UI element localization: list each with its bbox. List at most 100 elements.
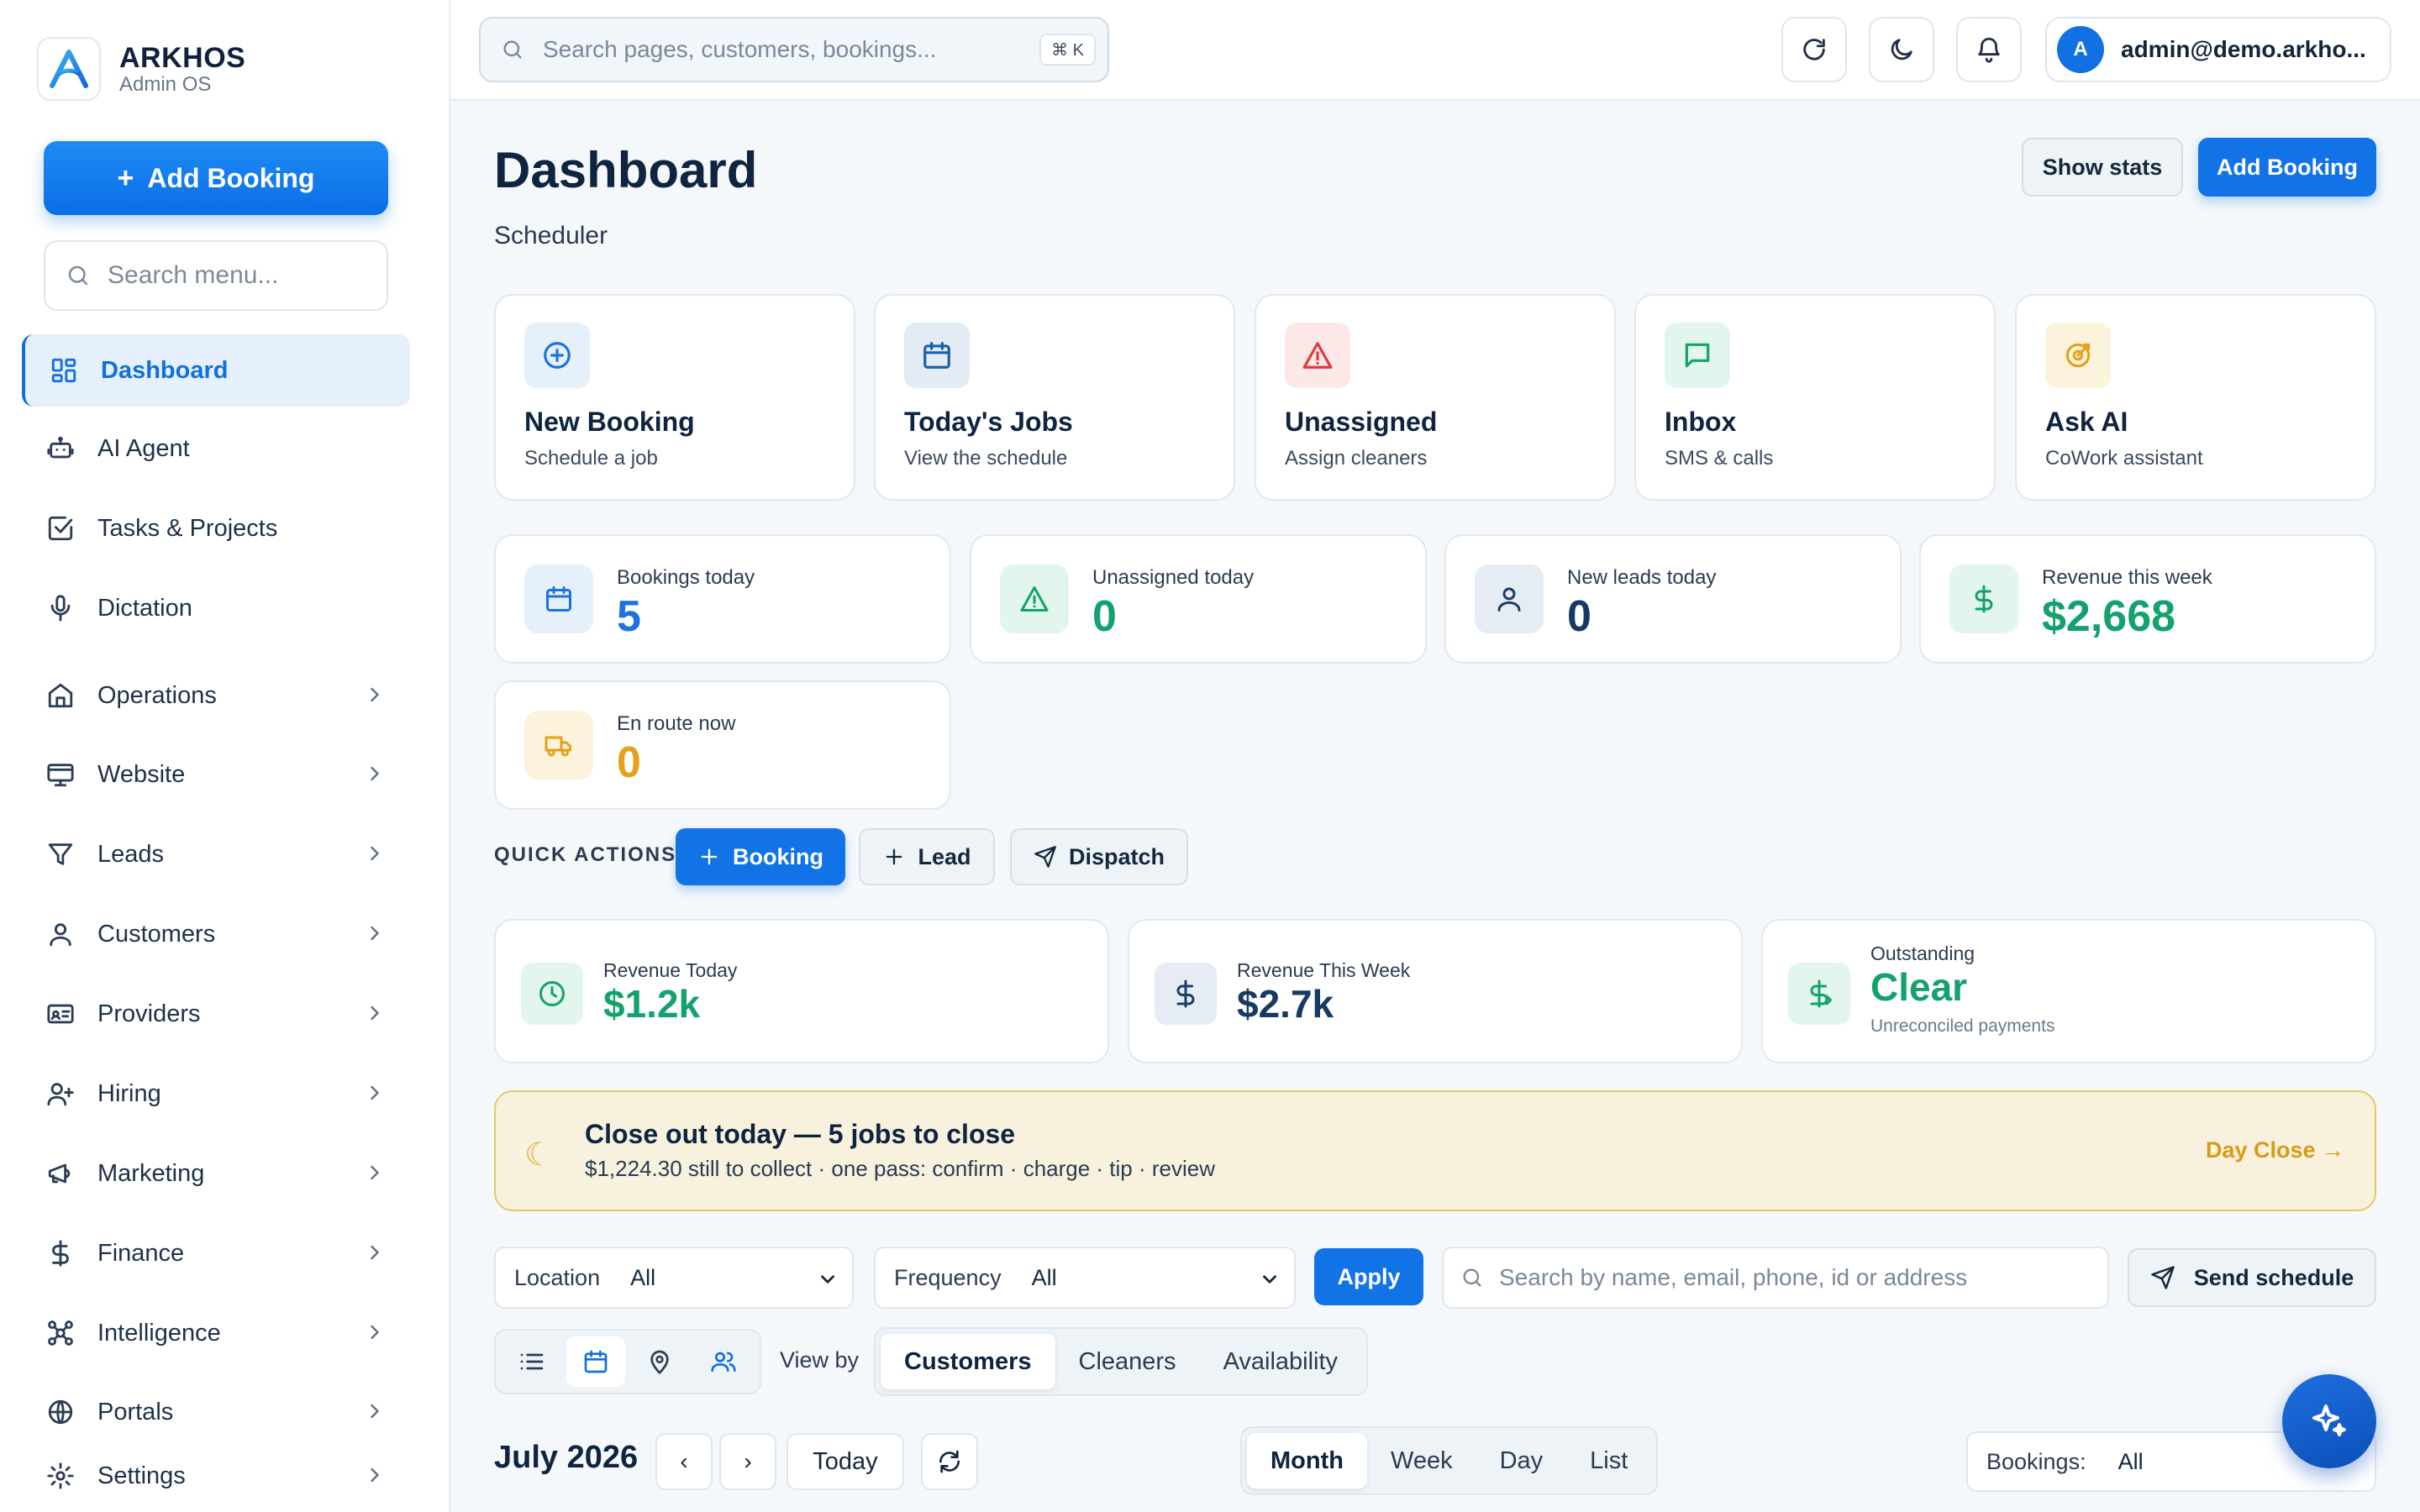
sidebar-add-booking-button[interactable]: + Add Booking	[44, 141, 388, 215]
sidebar-item-settings[interactable]: Settings	[22, 1440, 410, 1512]
sidebar-item-ai-agent[interactable]: AI Agent	[22, 412, 410, 485]
send-schedule-button[interactable]: Send schedule	[2128, 1248, 2376, 1307]
quick-card-inbox[interactable]: Inbox SMS & calls	[1634, 294, 1996, 501]
quick-card-new-booking[interactable]: New Booking Schedule a job	[494, 294, 855, 501]
quick-card-todays-jobs[interactable]: Today's Jobs View the schedule	[874, 294, 1235, 501]
microphone-icon	[44, 591, 77, 625]
menu-search-placeholder: Search menu...	[108, 261, 279, 289]
apply-button[interactable]: Apply	[1314, 1248, 1423, 1305]
dollar-icon	[44, 1236, 77, 1270]
map-view-button[interactable]	[630, 1336, 689, 1387]
user-menu[interactable]: A admin@demo.arkho...	[2045, 17, 2391, 82]
sidebar-item-label: Tasks & Projects	[97, 514, 278, 542]
quick-action-label: Dispatch	[1068, 843, 1165, 869]
brand[interactable]: ARKHOS Admin OS	[37, 37, 245, 101]
sidebar-item-label: AI Agent	[97, 434, 190, 462]
sidebar-item-providers[interactable]: Providers	[22, 978, 410, 1050]
ai-assistant-fab[interactable]	[2282, 1374, 2376, 1468]
quick-action-lead-button[interactable]: Lead	[859, 828, 995, 885]
quick-card-title: Inbox	[1665, 407, 1737, 437]
frequency-select[interactable]: Frequency All	[874, 1247, 1296, 1309]
quick-action-label: Lead	[918, 843, 971, 869]
quick-card-unassigned[interactable]: Unassigned Assign cleaners	[1255, 294, 1616, 501]
today-button[interactable]: Today	[786, 1433, 904, 1490]
add-booking-button[interactable]: Add Booking	[2198, 138, 2376, 197]
range-month[interactable]: Month	[1247, 1433, 1367, 1488]
sidebar-item-intelligence[interactable]: Intelligence	[22, 1297, 410, 1369]
sidebar-item-tasks-projects[interactable]: Tasks & Projects	[22, 492, 410, 564]
notifications-button[interactable]	[1956, 17, 2022, 82]
truck-icon	[524, 711, 593, 780]
brand-subtitle: Admin OS	[119, 73, 212, 96]
sidebar-item-marketing[interactable]: Marketing	[22, 1137, 410, 1210]
global-search-input[interactable]: Search pages, customers, bookings... ⌘ K	[479, 17, 1109, 82]
quick-card-ask-ai[interactable]: Ask AI CoWork assistant	[2015, 294, 2376, 501]
booking-search-input[interactable]: Search by name, email, phone, id or addr…	[1442, 1247, 2109, 1309]
stat-value: 0	[617, 738, 641, 787]
sidebar-item-finance[interactable]: Finance	[22, 1217, 410, 1289]
dashboard-grid-icon	[47, 354, 81, 387]
location-value: All	[630, 1264, 656, 1290]
chevron-right-icon	[363, 1161, 387, 1184]
sidebar-item-leads[interactable]: Leads	[22, 818, 410, 890]
day-close-link[interactable]: Day Close →	[2206, 1137, 2344, 1163]
revenue-card-this-week[interactable]: Revenue This Week $2.7k	[1128, 919, 1743, 1063]
stat-card-unassigned-today[interactable]: Unassigned today 0	[970, 534, 1427, 664]
quick-action-dispatch-button[interactable]: Dispatch	[1010, 828, 1188, 885]
sidebar-item-website[interactable]: Website	[22, 738, 410, 811]
send-icon	[1034, 846, 1056, 868]
range-day[interactable]: Day	[1476, 1433, 1567, 1488]
refresh-button[interactable]	[1781, 17, 1847, 82]
revenue-card-today[interactable]: Revenue Today $1.2k	[494, 919, 1109, 1063]
stat-card-en-route-now[interactable]: En route now 0	[494, 680, 951, 810]
range-list[interactable]: List	[1566, 1433, 1651, 1488]
bookings-filter-label: Bookings:	[1986, 1448, 2086, 1474]
stat-card-revenue-this-week[interactable]: Revenue this week $2,668	[1919, 534, 2376, 664]
theme-toggle-button[interactable]	[1869, 17, 1934, 82]
menu-search-input[interactable]: Search menu...	[44, 240, 388, 311]
frequency-value: All	[1031, 1264, 1057, 1290]
list-view-button[interactable]	[502, 1336, 561, 1387]
globe-icon	[44, 1395, 77, 1429]
view-by-cleaners[interactable]: Cleaners	[1055, 1334, 1200, 1389]
stat-card-new-leads-today[interactable]: New leads today 0	[1444, 534, 1902, 664]
nodes-icon	[44, 1316, 77, 1350]
team-view-button[interactable]	[694, 1336, 753, 1387]
avatar: A	[2057, 26, 2104, 73]
show-stats-button[interactable]: Show stats	[2022, 138, 2183, 197]
current-month: July 2026	[494, 1440, 639, 1475]
location-select[interactable]: Location All	[494, 1247, 854, 1309]
sidebar-item-portals[interactable]: Portals	[22, 1376, 410, 1448]
refresh-calendar-button[interactable]	[921, 1433, 978, 1490]
warning-icon	[1285, 323, 1350, 388]
sidebar-item-dashboard[interactable]: Dashboard	[22, 334, 410, 407]
range-week[interactable]: Week	[1367, 1433, 1476, 1488]
calendar-view-button[interactable]	[566, 1336, 625, 1387]
bell-icon	[1978, 37, 2000, 63]
sidebar-item-label: Settings	[97, 1462, 186, 1489]
stat-card-bookings-today[interactable]: Bookings today 5	[494, 534, 951, 664]
calendar-icon	[524, 564, 593, 633]
view-by-customers[interactable]: Customers	[881, 1334, 1055, 1389]
id-card-icon	[44, 997, 77, 1031]
prev-month-button[interactable]: ‹	[655, 1433, 713, 1490]
next-month-button[interactable]: ›	[719, 1433, 776, 1490]
sidebar-item-label: Portals	[97, 1398, 174, 1425]
sidebar-item-operations[interactable]: Operations	[22, 659, 410, 732]
stat-value: 5	[617, 592, 641, 641]
sidebar-item-customers[interactable]: Customers	[22, 898, 410, 970]
sidebar-item-hiring[interactable]: Hiring	[22, 1058, 410, 1130]
stat-label: Unassigned today	[1092, 566, 1255, 589]
sidebar-item-label: Website	[97, 760, 186, 788]
sparkles-icon	[2312, 1404, 2346, 1436]
user-plus-icon	[44, 1077, 77, 1110]
quick-card-title: Unassigned	[1285, 407, 1438, 437]
revenue-card-outstanding[interactable]: Outstanding Clear Unreconciled payments	[1761, 919, 2376, 1063]
view-by-availability[interactable]: Availability	[1200, 1334, 1361, 1389]
brand-name: ARKHOS	[119, 42, 246, 74]
bookings-filter-value: All	[2118, 1448, 2144, 1474]
quick-action-booking-button[interactable]: Booking	[676, 828, 845, 885]
quick-action-label: Booking	[733, 843, 823, 869]
sidebar-item-dictation[interactable]: Dictation	[22, 572, 410, 644]
booking-search-placeholder: Search by name, email, phone, id or addr…	[1499, 1264, 1968, 1290]
